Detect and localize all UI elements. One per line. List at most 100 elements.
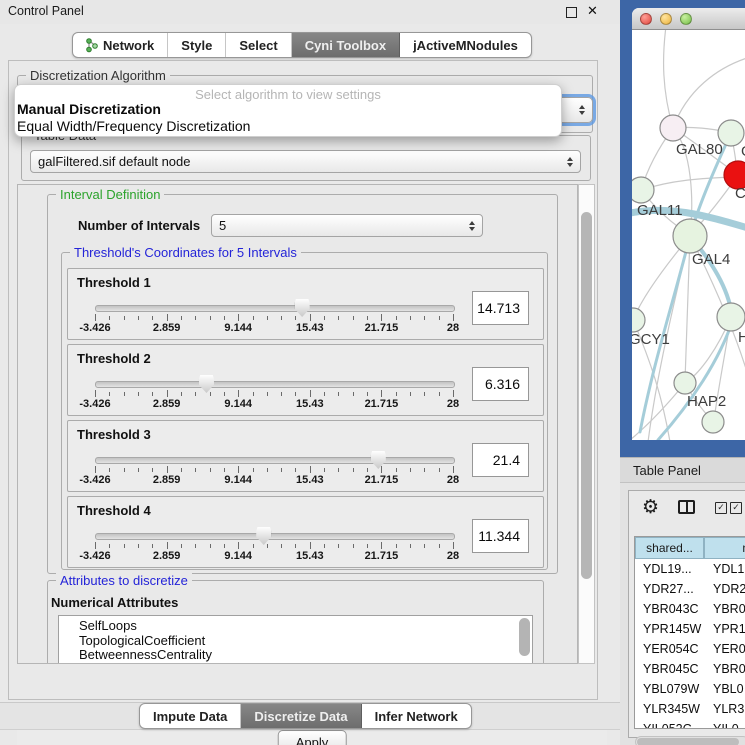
scrollbar-thumb[interactable] xyxy=(637,738,739,745)
slider-tick xyxy=(253,468,254,472)
slider-tick xyxy=(424,316,425,320)
slider-tick xyxy=(338,468,339,472)
threshold-value-field[interactable]: 11.344 xyxy=(472,519,529,553)
slider-tick xyxy=(167,314,168,321)
threshold-value-field[interactable]: 6.316 xyxy=(472,367,529,401)
table-row[interactable]: YLR345WYLR3 xyxy=(635,699,745,719)
split-columns-icon[interactable] xyxy=(678,500,695,514)
dropdown-option-equal-width-frequency[interactable]: Equal Width/Frequency Discretization xyxy=(17,118,250,134)
slider-tick xyxy=(195,392,196,396)
apply-button[interactable]: Apply xyxy=(278,730,347,745)
column-header-shared[interactable]: shared... xyxy=(635,537,704,559)
slider-tick xyxy=(124,544,125,548)
tab-label: jActiveMNodules xyxy=(413,38,518,53)
threshold-slider-track[interactable] xyxy=(95,381,455,388)
network-node-label: H xyxy=(738,329,745,346)
tab-infer-network[interactable]: Infer Network xyxy=(362,704,471,728)
column-header-na[interactable]: na xyxy=(704,537,745,559)
tab-jactivemnodules[interactable]: jActiveMNodules xyxy=(400,33,531,57)
list-scrollbar[interactable] xyxy=(519,618,530,656)
threshold-panel-2: Threshold 2-3.4262.8599.14415.4321.71528… xyxy=(67,344,544,416)
network-edge[interactable] xyxy=(673,58,745,128)
table-row[interactable]: YDR27...YDR2 xyxy=(635,579,745,599)
network-canvas[interactable]: GAL80GACGAL11GAL4GCY1HHAP2 xyxy=(632,30,745,440)
slider-tick xyxy=(224,544,225,548)
network-node[interactable] xyxy=(702,411,724,433)
minimize-traffic-light-icon[interactable] xyxy=(660,13,672,25)
float-window-icon[interactable] xyxy=(566,7,577,18)
network-node-gcy1[interactable] xyxy=(632,308,645,332)
slider-tick-label: 28 xyxy=(447,322,459,334)
threshold-label: Threshold 3 xyxy=(77,427,151,442)
table-data-combobox[interactable]: galFiltered.sif default node xyxy=(30,150,581,173)
network-node-gal11[interactable] xyxy=(632,177,654,203)
slider-tick-label: 28 xyxy=(447,398,459,410)
zoom-traffic-light-icon[interactable] xyxy=(680,13,692,25)
table-cell: YBR045C xyxy=(643,659,703,679)
checkbox-icon[interactable]: ✓ xyxy=(715,502,727,514)
network-edge[interactable] xyxy=(641,177,736,190)
table-row[interactable]: YDL19...YDL1 xyxy=(635,559,745,579)
slider-tick xyxy=(295,392,296,396)
network-icon xyxy=(86,38,98,53)
network-edge[interactable] xyxy=(664,30,673,128)
tab-select[interactable]: Select xyxy=(226,33,291,57)
checkbox-icon[interactable]: ✓ xyxy=(730,502,742,514)
tab-style[interactable]: Style xyxy=(168,33,226,57)
bottom-tab-bar: Impute DataDiscretize DataInfer Network xyxy=(139,703,472,729)
slider-tick xyxy=(152,392,153,396)
tab-impute-data[interactable]: Impute Data xyxy=(140,704,241,728)
table-row[interactable]: YBR045CYBR0 xyxy=(635,659,745,679)
network-node-hap2[interactable] xyxy=(674,372,696,394)
slider-tick xyxy=(224,392,225,396)
network-node-label: GAL80 xyxy=(676,141,723,158)
slider-tick xyxy=(453,542,454,549)
gear-icon[interactable]: ⚙ xyxy=(642,496,659,518)
close-icon[interactable]: ✕ xyxy=(587,3,598,19)
slider-tick xyxy=(253,316,254,320)
attribute-list-item[interactable]: TopologicalCoefficient xyxy=(59,634,532,649)
slider-tick xyxy=(381,390,382,397)
table-cell: YBL0 xyxy=(713,679,745,699)
tab-cyni-toolbox[interactable]: Cyni Toolbox xyxy=(292,33,400,57)
node-attribute-table[interactable]: shared...na YDL19...YDL1YDR27...YDR2YBR0… xyxy=(634,536,745,729)
main-vertical-scrollbar[interactable] xyxy=(578,184,595,664)
attribute-list-item[interactable]: BetweennessCentrality xyxy=(59,648,532,663)
slider-tick xyxy=(367,392,368,396)
scrollbar-thumb[interactable] xyxy=(581,212,592,579)
slider-tick xyxy=(353,468,354,472)
table-horizontal-scrollbar[interactable] xyxy=(635,736,745,745)
table-row[interactable]: YIL052CYIL0 xyxy=(635,719,745,728)
network-node-h[interactable] xyxy=(717,303,745,331)
threshold-slider-track[interactable] xyxy=(95,305,455,312)
slider-tick xyxy=(224,468,225,472)
slider-tick xyxy=(453,314,454,321)
table-panel-title: Table Panel xyxy=(633,463,701,478)
table-row[interactable]: YBL079WYBL0 xyxy=(635,679,745,699)
slider-ticks xyxy=(95,314,453,322)
threshold-value-field[interactable]: 21.4 xyxy=(472,443,529,477)
table-row[interactable]: YER054CYER0 xyxy=(635,639,745,659)
slider-tick xyxy=(181,544,182,548)
dropdown-option-manual-discretization[interactable]: Manual Discretization xyxy=(17,101,161,117)
network-node-gal4[interactable] xyxy=(673,219,707,253)
interval-definition-group: Interval Definition Number of Intervals … xyxy=(47,194,558,574)
dropdown-hint: Select algorithm to view settings xyxy=(15,87,561,102)
table-row[interactable]: YPR145WYPR1 xyxy=(635,619,745,639)
close-traffic-light-icon[interactable] xyxy=(640,13,652,25)
threshold-slider-track[interactable] xyxy=(95,533,455,540)
slider-tick xyxy=(324,468,325,472)
slider-tick-label: -3.426 xyxy=(79,474,110,486)
slider-tick xyxy=(424,544,425,548)
attribute-list-item[interactable]: SelfLoops xyxy=(59,619,532,634)
numerical-attributes-list[interactable]: SelfLoopsTopologicalCoefficientBetweenne… xyxy=(58,615,533,664)
network-node-gal80[interactable] xyxy=(660,115,686,141)
num-intervals-combobox[interactable]: 5 xyxy=(211,214,483,237)
tab-network[interactable]: Network xyxy=(73,33,168,57)
tab-discretize-data[interactable]: Discretize Data xyxy=(241,704,361,728)
network-window-titlebar xyxy=(632,8,745,30)
threshold-slider-track[interactable] xyxy=(95,457,455,464)
threshold-value-field[interactable]: 14.713 xyxy=(472,291,529,325)
control-panel-content: Discretization Algorithm Select algorith… xyxy=(8,60,598,700)
table-row[interactable]: YBR043CYBR0 xyxy=(635,599,745,619)
